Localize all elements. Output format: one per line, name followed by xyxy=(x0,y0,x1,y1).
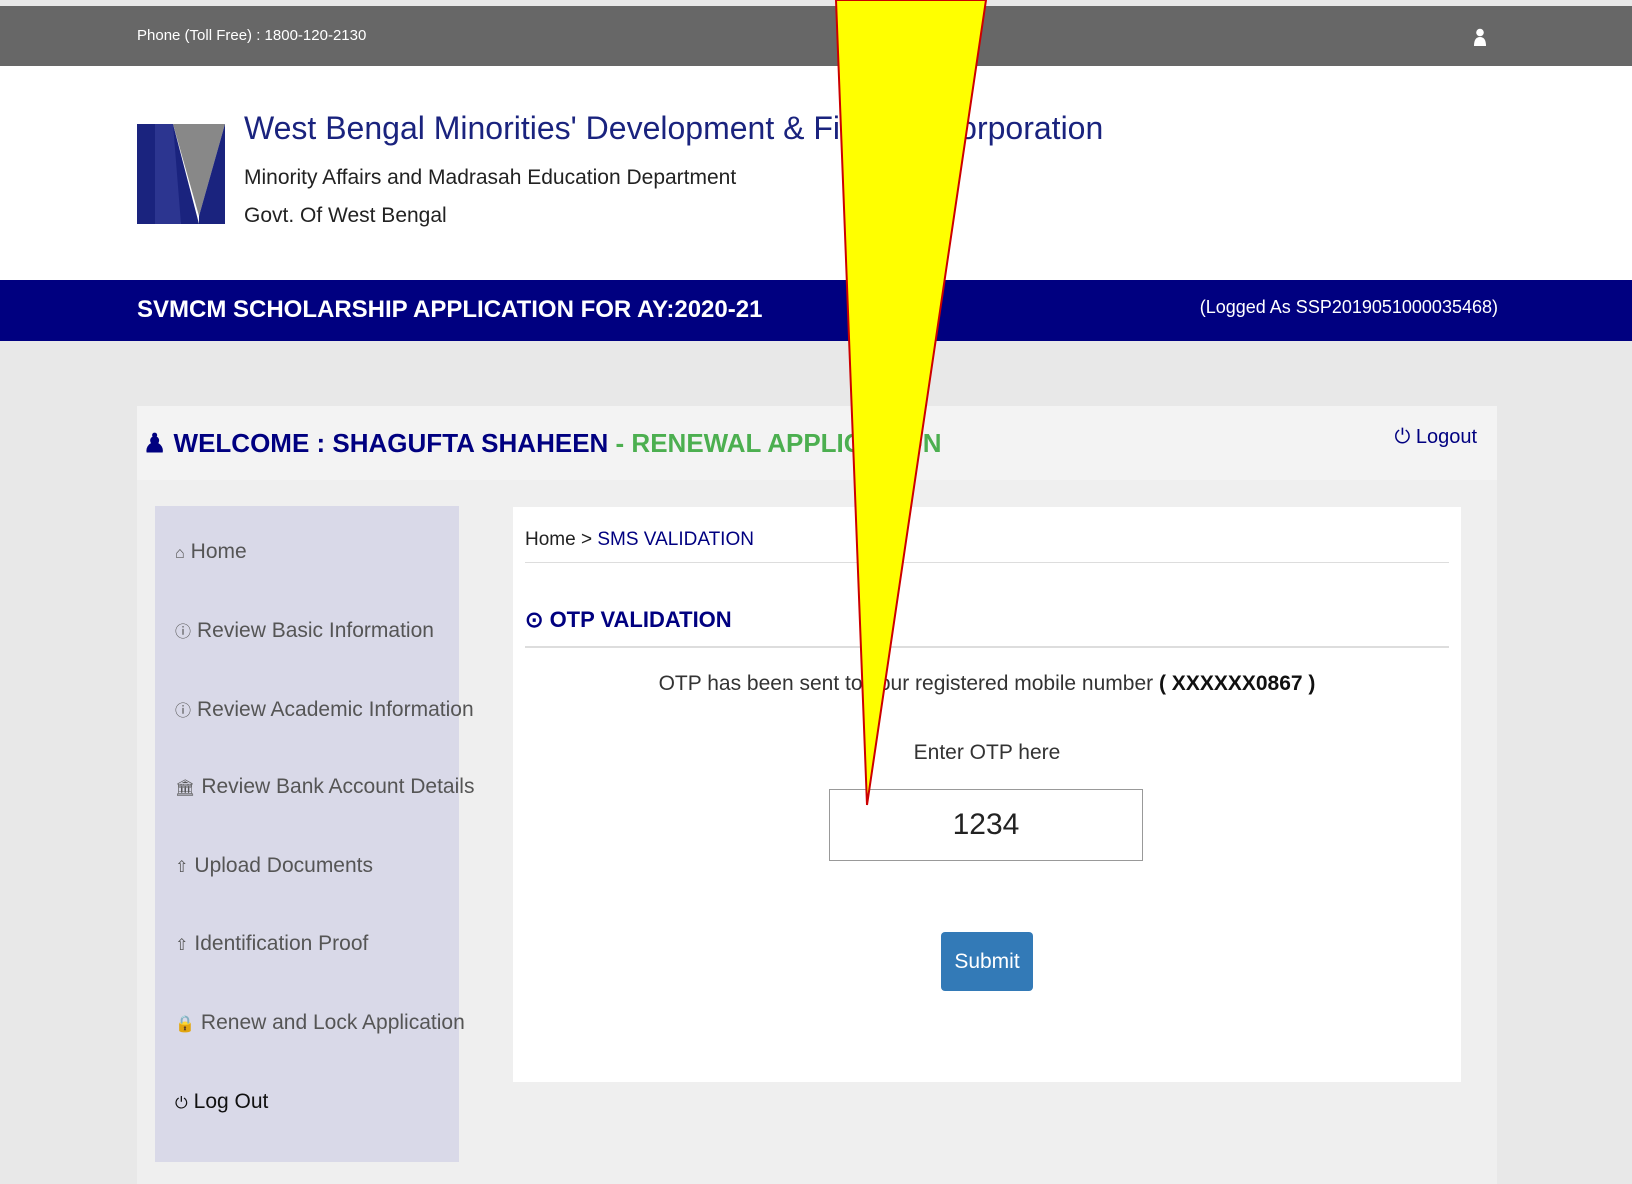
sidebar-item-log-out[interactable]: ⏻ Log Out xyxy=(175,1090,268,1114)
department-name: Minority Affairs and Madrasah Education … xyxy=(244,166,737,189)
user-icon[interactable] xyxy=(1474,28,1486,46)
sidebar-item-label: Renew and Lock Application xyxy=(200,1011,465,1034)
user-icon: ♟ xyxy=(143,428,167,458)
sidebar-item-review-basic-information[interactable]: ⓘ Review Basic Information xyxy=(175,618,434,643)
bank-icon: 🏛 xyxy=(175,780,196,797)
home-icon: ⌂ xyxy=(175,545,185,562)
sidebar-item-label: Review Basic Information xyxy=(197,619,434,642)
section-title: ⊙ OTP VALIDATION xyxy=(525,607,732,633)
divider xyxy=(525,562,1449,563)
otp-sent-message: OTP has been sent to your registered mob… xyxy=(513,672,1461,696)
info-icon: ⓘ xyxy=(175,703,192,720)
sidebar-item-renew-and-lock-application[interactable]: 🔒 Renew and Lock Application xyxy=(175,1011,465,1035)
upload-icon: ⇧ xyxy=(175,859,189,876)
power-icon: ⏻ xyxy=(1394,426,1411,448)
organization-name: West Bengal Minorities' Development & Fi… xyxy=(244,110,1104,146)
otp-sent-text: OTP has been sent to your registered mob… xyxy=(658,672,1154,695)
welcome-name: WELCOME : SHAGUFTA SHAHEEN xyxy=(173,428,609,458)
otp-input-label: Enter OTP here xyxy=(913,741,1061,764)
masked-mobile-number: ( XXXXXX0867 ) xyxy=(1158,672,1316,695)
welcome-panel-header: ♟ WELCOME : SHAGUFTA SHAHEEN - RENEWAL A… xyxy=(137,406,1497,480)
sidebar-item-label: Upload Documents xyxy=(194,854,373,877)
welcome-heading: ♟ WELCOME : SHAGUFTA SHAHEEN - RENEWAL A… xyxy=(143,428,942,459)
section-title-label: OTP VALIDATION xyxy=(549,607,732,632)
wbmdfc-logo xyxy=(137,124,225,224)
breadcrumb: Home > SMS VALIDATION xyxy=(525,529,754,551)
sidebar-menu: ⌂ Home ⓘ Review Basic Information ⓘ Review … xyxy=(155,506,474,1162)
logged-as-label: (Logged As SSP2019051000035468) xyxy=(1199,297,1498,317)
sidebar-item-label: Home xyxy=(190,540,247,563)
circle-dot-icon: ⊙ xyxy=(525,607,544,632)
sidebar-item-label: Review Academic Information xyxy=(197,698,474,721)
application-title-bar: SVMCM SCHOLARSHIP APPLICATION FOR AY:202… xyxy=(0,280,1632,341)
sidebar-item-identification-proof[interactable]: ⇧ Identification Proof xyxy=(175,932,368,956)
logout-link[interactable]: ⏻ Logout xyxy=(1394,426,1477,449)
info-icon: ⓘ xyxy=(175,624,192,641)
toll-free-phone: Phone (Toll Free) : 1800-120-2130 xyxy=(137,27,367,44)
power-icon: ⏻ xyxy=(175,1095,188,1112)
otp-validation-panel: Home > SMS VALIDATION ⊙ OTP VALIDATION O… xyxy=(513,507,1461,1082)
sidebar-item-label: Identification Proof xyxy=(194,932,369,955)
otp-input[interactable] xyxy=(829,789,1143,861)
logout-label: Logout xyxy=(1415,426,1477,448)
site-header: West Bengal Minorities' Development & Fi… xyxy=(0,66,1632,280)
application-type: - RENEWAL APPLICATION xyxy=(615,428,942,458)
top-bar: Phone (Toll Free) : 1800-120-2130 xyxy=(0,6,1632,66)
breadcrumb-home[interactable]: Home xyxy=(525,529,576,550)
lock-icon: 🔒 xyxy=(175,1016,195,1033)
sidebar-item-review-academic-information[interactable]: ⓘ Review Academic Information xyxy=(175,697,474,722)
submit-button[interactable]: Submit xyxy=(941,932,1033,991)
breadcrumb-current: SMS VALIDATION xyxy=(597,529,754,550)
sidebar-item-review-bank-account-details[interactable]: 🏛 Review Bank Account Details xyxy=(175,775,474,799)
government-name: Govt. Of West Bengal xyxy=(244,204,447,227)
breadcrumb-separator: > xyxy=(580,529,593,550)
divider xyxy=(525,646,1449,648)
application-title: SVMCM SCHOLARSHIP APPLICATION FOR AY:202… xyxy=(137,296,763,323)
sidebar-item-home[interactable]: ⌂ Home xyxy=(175,540,247,564)
sidebar-item-upload-documents[interactable]: ⇧ Upload Documents xyxy=(175,854,373,878)
sidebar-item-label: Log Out xyxy=(193,1090,269,1113)
sidebar-item-label: Review Bank Account Details xyxy=(201,775,475,798)
upload-icon: ⇧ xyxy=(175,937,189,954)
